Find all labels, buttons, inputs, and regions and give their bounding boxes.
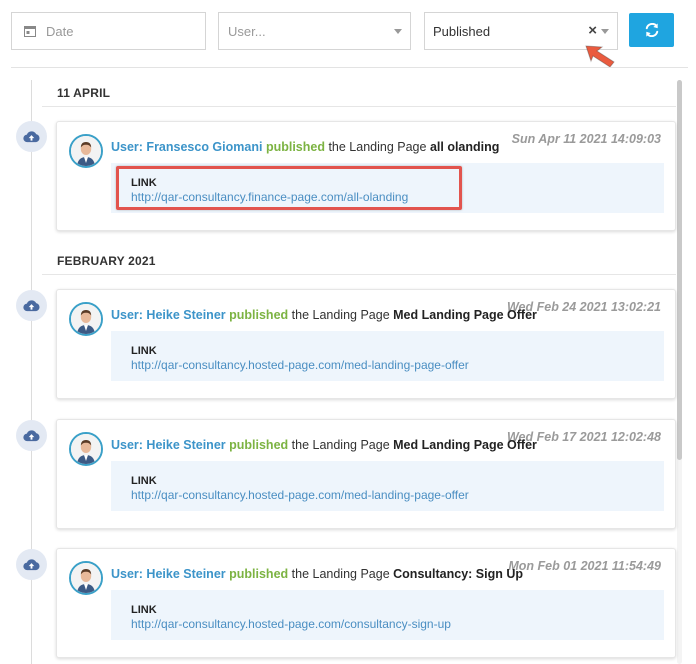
user-filter-select[interactable]: User... — [218, 12, 411, 50]
refresh-button[interactable] — [629, 13, 674, 47]
link-url[interactable]: http://qar-consultancy.hosted-page.com/m… — [131, 358, 664, 372]
user-avatar-icon — [71, 563, 101, 593]
link-box: LINK http://qar-consultancy.finance-page… — [111, 163, 664, 213]
activity-description: User: Heike Steiner published the Landin… — [111, 567, 523, 581]
user-avatar-icon — [71, 136, 101, 166]
activity-timestamp: Sun Apr 11 2021 14:09:03 — [511, 132, 661, 146]
cloud-upload-icon — [23, 559, 40, 571]
link-box: LINK http://qar-consultancy.hosted-page.… — [111, 590, 664, 640]
activity-user-link[interactable]: User: Heike Steiner — [111, 567, 226, 581]
refresh-icon — [645, 23, 658, 37]
activity-card: Wed Feb 24 2021 13:02:21 User: Heike Ste… — [56, 289, 676, 399]
avatar — [69, 134, 103, 168]
chevron-down-icon — [601, 29, 609, 34]
activity-description: User: Fransesco Giomani published the La… — [111, 140, 499, 154]
cloud-upload-icon — [23, 131, 40, 143]
activity-user-link[interactable]: User: Heike Steiner — [111, 438, 226, 452]
activity-object-prefix: the Landing Page — [291, 567, 390, 581]
date-filter-placeholder: Date — [46, 23, 74, 39]
section-header: 11 APRIL — [57, 86, 111, 100]
activity-card: Sun Apr 11 2021 14:09:03 User: Fransesco… — [56, 121, 676, 231]
cloud-upload-icon — [23, 300, 40, 312]
user-filter-placeholder: User... — [228, 23, 266, 39]
link-box: LINK http://qar-consultancy.hosted-page.… — [111, 331, 664, 381]
activity-verb: published — [229, 308, 289, 322]
activity-user-link[interactable]: User: Heike Steiner — [111, 308, 226, 322]
link-label: LINK — [131, 475, 157, 487]
activity-object-prefix: the Landing Page — [328, 140, 427, 154]
timeline-marker — [16, 549, 47, 580]
link-label: LINK — [131, 345, 157, 357]
activity-verb: published — [229, 438, 289, 452]
clear-filter-icon[interactable]: × — [588, 23, 597, 39]
activity-verb: published — [265, 140, 325, 154]
user-avatar-icon — [71, 304, 101, 334]
activity-timestamp: Mon Feb 01 2021 11:54:49 — [508, 559, 661, 573]
section-divider — [42, 274, 676, 275]
link-label: LINK — [131, 604, 157, 616]
link-box: LINK http://qar-consultancy.hosted-page.… — [111, 461, 664, 511]
section-header: FEBRUARY 2021 — [57, 254, 156, 268]
avatar — [69, 432, 103, 466]
activity-object-name: Consultancy: Sign Up — [393, 567, 524, 581]
activity-description: User: Heike Steiner published the Landin… — [111, 438, 537, 452]
activity-object-name: all olanding — [429, 140, 500, 154]
timeline-marker — [16, 420, 47, 451]
calendar-icon — [24, 26, 36, 37]
link-label: LINK — [131, 177, 157, 189]
section-divider — [42, 106, 676, 107]
link-url[interactable]: http://qar-consultancy.finance-page.com/… — [131, 190, 664, 204]
avatar — [69, 561, 103, 595]
chevron-down-icon — [394, 29, 402, 34]
activity-user-link[interactable]: User: Fransesco Giomani — [111, 140, 262, 154]
activity-object-name: Med Landing Page Offer — [393, 308, 537, 322]
link-url[interactable]: http://qar-consultancy.hosted-page.com/m… — [131, 488, 664, 502]
timeline-marker — [16, 121, 47, 152]
scrollbar-thumb[interactable] — [677, 80, 682, 460]
activity-object-prefix: the Landing Page — [291, 308, 390, 322]
avatar — [69, 302, 103, 336]
activity-object-prefix: the Landing Page — [291, 438, 390, 452]
activity-card: Wed Feb 17 2021 12:02:48 User: Heike Ste… — [56, 419, 676, 529]
activity-verb: published — [229, 567, 289, 581]
link-url[interactable]: http://qar-consultancy.hosted-page.com/c… — [131, 617, 664, 631]
status-filter-value: Published — [433, 23, 491, 39]
activity-object-name: Med Landing Page Offer — [393, 438, 537, 452]
user-avatar-icon — [71, 434, 101, 464]
activity-card: Mon Feb 01 2021 11:54:49 User: Heike Ste… — [56, 548, 676, 658]
arrow-pointer-icon — [585, 45, 615, 68]
date-filter-input[interactable]: Date — [11, 12, 206, 50]
activity-description: User: Heike Steiner published the Landin… — [111, 308, 537, 322]
cloud-upload-icon — [23, 430, 40, 442]
timeline-marker — [16, 290, 47, 321]
filter-divider — [11, 67, 688, 68]
